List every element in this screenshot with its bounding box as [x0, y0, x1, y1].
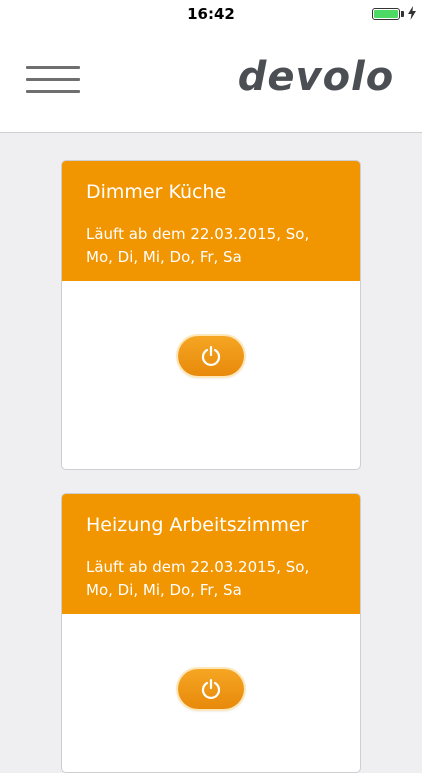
battery-cap	[401, 11, 404, 17]
card-title: Heizung Arbeitszimmer	[86, 514, 309, 536]
status-time: 16:42	[187, 5, 235, 23]
card-schedule: Läuft ab dem 22.03.2015, So, Mo, Di, Mi,…	[86, 225, 310, 266]
power-toggle-button[interactable]	[178, 336, 244, 376]
timer-card[interactable]: Heizung Arbeitszimmer Läuft ab dem 22.03…	[61, 493, 361, 773]
hamburger-menu-icon[interactable]	[26, 66, 80, 96]
card-header: Heizung Arbeitszimmer Läuft ab dem 22.03…	[62, 494, 360, 614]
timer-card[interactable]: Dimmer Küche Läuft ab dem 22.03.2015, So…	[61, 160, 361, 470]
battery-level	[374, 10, 398, 18]
charging-bolt-icon	[408, 6, 416, 20]
power-toggle-button[interactable]	[178, 669, 244, 709]
card-title: Dimmer Küche	[86, 181, 227, 203]
svg-text:devolo: devolo	[238, 58, 395, 96]
devolo-logo: devolo	[238, 58, 395, 96]
card-schedule: Läuft ab dem 22.03.2015, So, Mo, Di, Mi,…	[86, 558, 310, 599]
battery-icon	[372, 8, 400, 20]
power-icon	[201, 345, 221, 367]
status-bar: 16:42	[0, 0, 422, 28]
power-icon	[201, 678, 221, 700]
app-header: devolo	[0, 28, 422, 133]
card-header: Dimmer Küche Läuft ab dem 22.03.2015, So…	[62, 161, 360, 281]
